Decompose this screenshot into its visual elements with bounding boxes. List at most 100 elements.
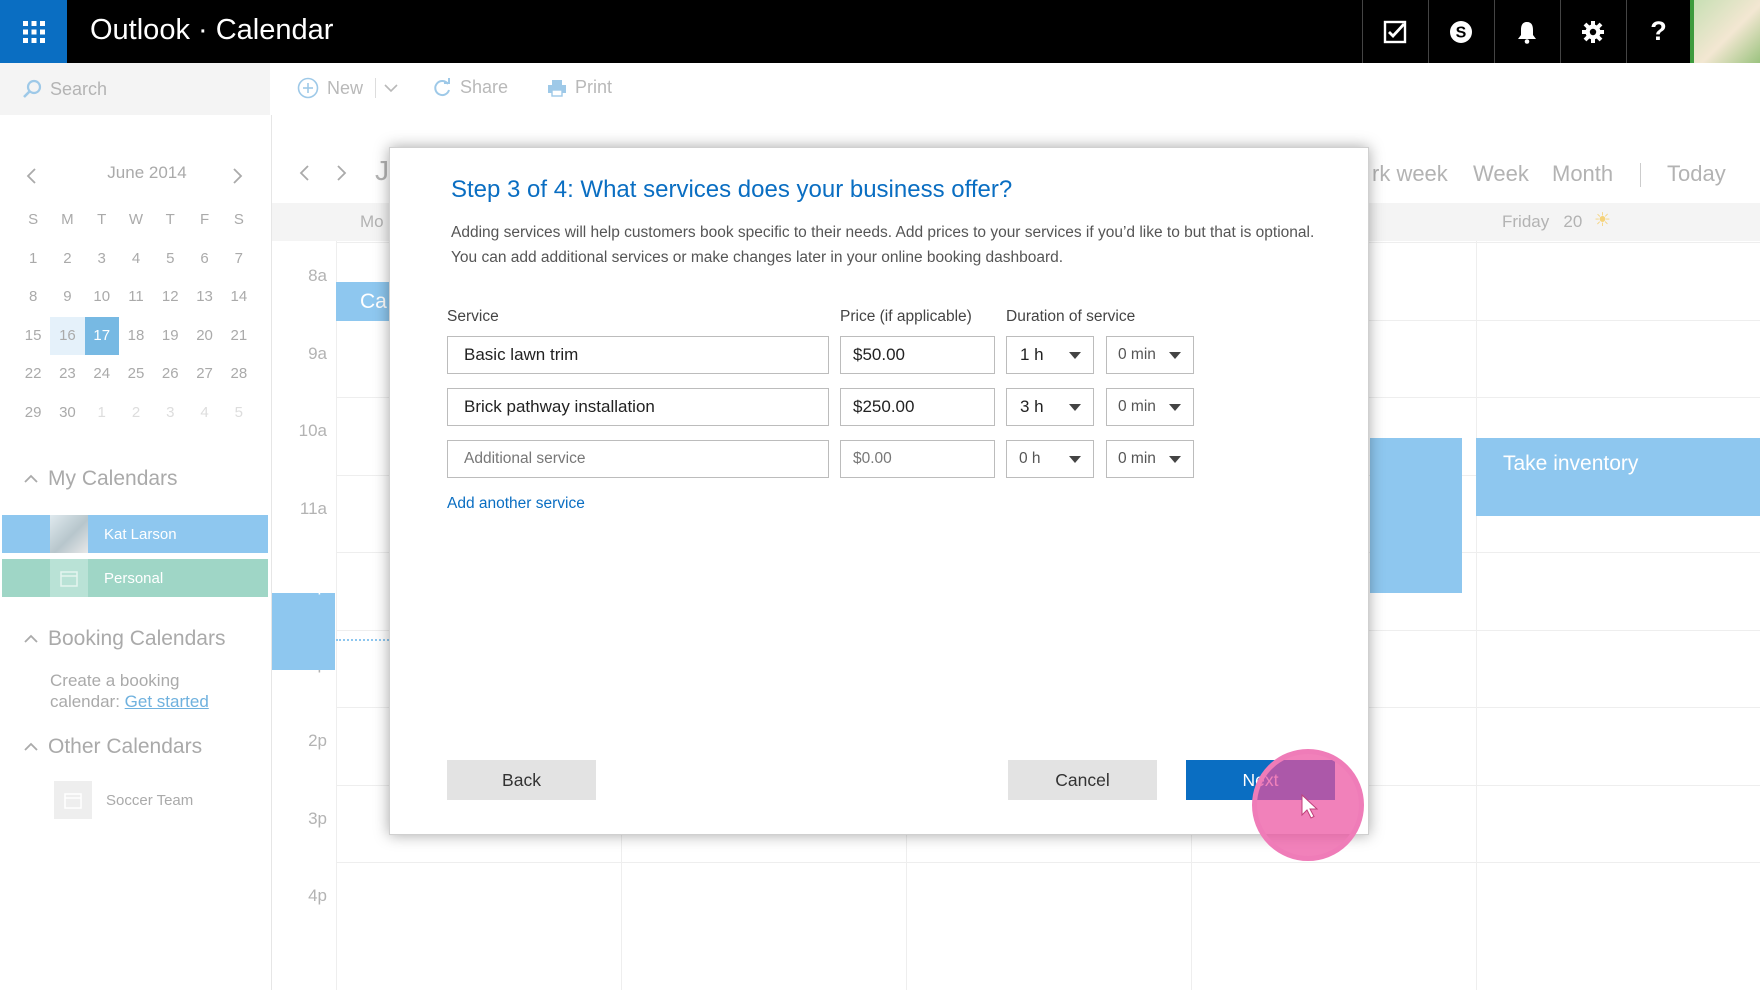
- other-calendars-heading[interactable]: Other Calendars: [24, 735, 202, 759]
- tasks-button[interactable]: [1362, 0, 1427, 63]
- hour-label: 12p: [298, 576, 327, 595]
- calendar-event-take-inventory[interactable]: Take inventory: [1476, 438, 1760, 516]
- booking-calendars-heading[interactable]: Booking Calendars: [24, 627, 225, 651]
- calendar-event[interactable]: Ca: [336, 282, 396, 321]
- new-label: New: [327, 77, 364, 98]
- mini-calendar-day[interactable]: 16: [50, 316, 85, 355]
- chevron-right-icon[interactable]: [336, 165, 348, 181]
- dropdown-arrow-icon: [1169, 404, 1181, 411]
- service-price-input[interactable]: $50.00: [840, 336, 995, 374]
- hour-label: 11a: [299, 498, 327, 518]
- chevron-left-icon[interactable]: [298, 165, 310, 181]
- mini-calendar-day[interactable]: 2: [119, 394, 153, 433]
- user-avatar[interactable]: [1690, 0, 1760, 63]
- duration-hours-select[interactable]: 1 h: [1006, 336, 1094, 374]
- mini-calendar-day[interactable]: 11: [119, 278, 153, 317]
- mini-calendar-day[interactable]: 28: [222, 355, 256, 394]
- share-button[interactable]: Share: [432, 77, 508, 98]
- mini-calendar-day[interactable]: 14: [222, 278, 256, 317]
- mini-calendar-day[interactable]: 6: [187, 240, 221, 279]
- chevron-right-icon[interactable]: [232, 168, 244, 184]
- settings-button[interactable]: [1560, 0, 1625, 63]
- duration-minutes-select[interactable]: 0 min: [1106, 388, 1194, 426]
- calendar-event[interactable]: [1370, 438, 1462, 593]
- calendar-item-personal[interactable]: Personal: [2, 559, 268, 597]
- mini-calendar-day[interactable]: 17: [84, 316, 119, 355]
- mini-calendar-day[interactable]: 25: [119, 355, 153, 394]
- add-services-dialog: Step 3 of 4: What services does your bus…: [389, 147, 1369, 835]
- mini-calendar-month[interactable]: June 2014: [97, 163, 197, 183]
- mini-calendar-day[interactable]: 4: [187, 394, 221, 433]
- today-button[interactable]: Today: [1667, 161, 1726, 187]
- duration-minutes-select[interactable]: 0 min: [1106, 336, 1194, 374]
- mini-calendar-day[interactable]: 23: [50, 355, 84, 394]
- mini-calendar-day[interactable]: 1: [16, 240, 50, 279]
- new-button[interactable]: New: [297, 77, 398, 99]
- mini-calendar-day[interactable]: 29: [16, 394, 50, 433]
- mini-calendar-day[interactable]: 3: [153, 394, 187, 433]
- bell-icon: [1518, 21, 1536, 44]
- service-name-input[interactable]: Brick pathway installation: [447, 388, 829, 426]
- weekday-label: M: [61, 211, 74, 228]
- weekday-label: F: [199, 211, 210, 228]
- dropdown-arrow-icon: [1069, 404, 1081, 411]
- view-week[interactable]: Week: [1473, 161, 1529, 187]
- mini-calendar-day[interactable]: 15: [16, 317, 50, 356]
- mini-calendar-day[interactable]: 13: [187, 278, 221, 317]
- mini-calendar-day[interactable]: 22: [16, 355, 50, 394]
- calendar-item-kat-larson[interactable]: Kat Larson: [2, 515, 268, 553]
- chevron-left-icon[interactable]: [25, 168, 37, 184]
- service-price-input[interactable]: $250.00: [840, 388, 995, 426]
- additional-price-input[interactable]: $0.00: [840, 440, 995, 478]
- mini-calendar-day[interactable]: 27: [187, 355, 221, 394]
- my-calendars-heading[interactable]: My Calendars: [24, 467, 178, 491]
- search-input[interactable]: Search: [0, 63, 270, 115]
- cancel-button[interactable]: Cancel: [1008, 760, 1157, 800]
- additional-service-input[interactable]: Additional service: [447, 440, 829, 478]
- get-started-link[interactable]: Get started: [125, 692, 209, 711]
- add-another-service-link[interactable]: Add another service: [447, 495, 585, 513]
- app-launcher-button[interactable]: [0, 0, 67, 63]
- click-indicator: [1252, 749, 1364, 861]
- mini-calendar-day[interactable]: 2: [50, 240, 84, 279]
- chevron-down-icon[interactable]: [384, 83, 398, 93]
- duration-hours-select[interactable]: 0 h: [1006, 440, 1094, 478]
- help-button[interactable]: ?: [1626, 0, 1690, 63]
- mini-calendar-day[interactable]: 4: [119, 240, 153, 279]
- mini-calendar-day[interactable]: 20: [187, 317, 221, 356]
- mini-calendar-day[interactable]: 10: [85, 278, 119, 317]
- grid-line: [1476, 241, 1477, 990]
- mini-calendar-day[interactable]: 30: [50, 394, 84, 433]
- booking-prompt: Create a booking calendar: Get started: [50, 670, 220, 712]
- print-button[interactable]: Print: [547, 77, 612, 98]
- duration-minutes-select[interactable]: 0 min: [1106, 440, 1194, 478]
- view-month[interactable]: Month: [1552, 161, 1613, 187]
- mini-calendar-day[interactable]: 21: [222, 317, 256, 356]
- calendar-item-soccer-team[interactable]: Soccer Team: [54, 781, 193, 819]
- waffle-icon: [22, 20, 45, 43]
- mini-calendar-day[interactable]: 12: [153, 278, 187, 317]
- duration-hours-select[interactable]: 3 h: [1006, 388, 1094, 426]
- view-work-week[interactable]: rk week: [1372, 161, 1448, 187]
- my-calendars-label: My Calendars: [48, 467, 178, 490]
- mini-calendar-week: 29 30 1 2 3 4 5: [16, 394, 256, 433]
- mini-calendar-day[interactable]: 18: [119, 317, 153, 356]
- mini-calendar-day[interactable]: 3: [85, 240, 119, 279]
- mini-calendar-day[interactable]: 5: [222, 394, 256, 433]
- mini-calendar-day[interactable]: 5: [153, 240, 187, 279]
- duration-minutes-value: 0 min: [1118, 346, 1156, 363]
- duration-minutes-value: 0 min: [1118, 398, 1156, 415]
- mini-calendar-day[interactable]: 24: [85, 355, 119, 394]
- mini-calendar-day[interactable]: 1: [85, 394, 119, 433]
- notifications-button[interactable]: [1494, 0, 1559, 63]
- back-button[interactable]: Back: [447, 760, 596, 800]
- service-name-input[interactable]: Basic lawn trim: [447, 336, 829, 374]
- mini-calendar-day[interactable]: 8: [16, 278, 50, 317]
- mini-calendar-day[interactable]: 26: [153, 355, 187, 394]
- mini-calendar-day[interactable]: 9: [50, 278, 84, 317]
- day-number: 20: [1563, 212, 1583, 231]
- mini-calendar-day[interactable]: 7: [222, 240, 256, 279]
- skype-button[interactable]: S: [1428, 0, 1493, 63]
- mini-calendar-day[interactable]: 19: [153, 317, 187, 356]
- weekday-label: W: [128, 211, 144, 228]
